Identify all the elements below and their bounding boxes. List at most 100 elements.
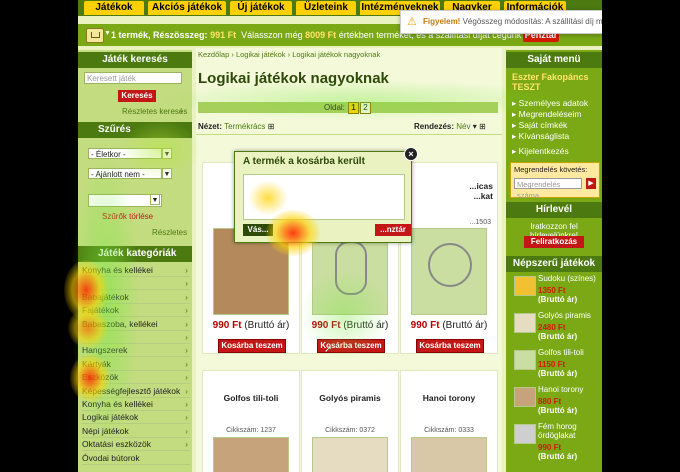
category-item[interactable]: ›: [82, 331, 190, 344]
product-price-value: 990 Ft: [311, 320, 341, 331]
sort-direction-icon[interactable]: ▾ ⊞: [473, 122, 486, 131]
view-value[interactable]: Termékrács: [224, 122, 265, 131]
popular-product-price: 880 Ft: [538, 397, 562, 406]
nav-tab-uj[interactable]: Új játékok: [230, 1, 292, 15]
cart-dropdown-icon[interactable]: ▼: [104, 30, 111, 37]
popular-product-image[interactable]: [514, 313, 536, 333]
product-name[interactable]: Hanoi torony: [401, 393, 497, 403]
popular-product-item[interactable]: Golyós piramis 2480 Ft (Bruttó ár): [538, 311, 600, 341]
gender-filter-arrow-icon[interactable]: ▼: [162, 168, 172, 179]
add-to-cart-button[interactable]: Kosárba teszem: [416, 339, 484, 353]
nav-tab-uzleteink[interactable]: Üzleteink: [296, 1, 356, 15]
popular-product-item[interactable]: Sudoku (színes) 1350 Ft (Bruttó ár): [538, 274, 600, 304]
page-2-button[interactable]: 2: [360, 102, 371, 114]
category-label: Népi játékok: [82, 425, 129, 436]
popular-product-image[interactable]: [514, 387, 536, 407]
popular-product-price-note: (Bruttó ár): [538, 452, 578, 461]
breadcrumb[interactable]: Kezdőlap › Logikai játékok › Logikai ját…: [198, 50, 380, 59]
advanced-search-link[interactable]: Részletes keresés: [122, 107, 187, 116]
popular-product-name[interactable]: Golfos tili-toli: [538, 348, 600, 357]
product-image[interactable]: [213, 437, 289, 472]
metal-puzzle-shape: [335, 241, 367, 295]
category-item[interactable]: ›: [82, 277, 190, 291]
advanced-search-arrow[interactable]: ›: [180, 107, 183, 116]
popular-product-image[interactable]: [514, 350, 536, 370]
category-label: Babajátékok: [82, 291, 129, 302]
popular-product-item[interactable]: Golfos tili-toli 1150 Ft (Bruttó ár): [538, 348, 600, 378]
category-item[interactable]: Eszközök ›: [82, 371, 190, 385]
sort-control[interactable]: Rendezés: Név ▾ ⊞: [414, 122, 486, 131]
category-item[interactable]: Logikai játékok ›: [82, 411, 190, 425]
product-code: Cikkszám: 1237: [226, 427, 276, 434]
category-label: Fajátékok: [82, 305, 119, 316]
sort-value[interactable]: Név: [456, 122, 470, 131]
popular-product-image[interactable]: [514, 424, 536, 444]
chevron-right-icon: ›: [185, 318, 188, 329]
popular-product-name[interactable]: Fém horog ördöglakat: [538, 422, 600, 440]
nav-tab-akcios[interactable]: Akciós játékok: [148, 1, 226, 15]
chevron-right-icon: ›: [185, 265, 188, 275]
cart-hint-prefix: Válasszon még: [241, 30, 303, 40]
product-name[interactable]: ...icas ...kat: [451, 181, 497, 201]
category-item[interactable]: Népi játékok ›: [82, 425, 190, 438]
product-card[interactable]: ...icas ...kat ...1503 990 Ft (Bruttó ár…: [400, 162, 498, 354]
added-to-cart-popup: A termék a kosárba került Vás... ...nztá…: [234, 151, 412, 243]
my-menu-link[interactable]: ▸ Saját címkék: [512, 120, 600, 131]
my-menu-link[interactable]: ▸ Kívánságlista: [512, 131, 600, 142]
add-to-cart-button[interactable]: Kosárba teszem: [218, 339, 286, 353]
category-item[interactable]: Óvodai bútorok: [82, 452, 190, 465]
category-label: Hangszerek: [82, 345, 128, 356]
product-card[interactable]: Golyós piramis Cikkszám: 0372: [301, 370, 399, 472]
chevron-right-icon: ›: [185, 305, 188, 316]
newsletter-subscribe-button[interactable]: Feliratkozás: [524, 236, 584, 248]
clear-filters-link[interactable]: Szűrők törlése: [102, 212, 153, 221]
chevron-right-icon: ›: [185, 278, 188, 289]
search-button[interactable]: Keresés: [118, 90, 156, 102]
right-sidebar: Saját menü Eszter Fakopáncs TESZT ▸ Szem…: [506, 50, 602, 472]
popup-close-icon[interactable]: ×: [404, 147, 418, 161]
popular-product-name[interactable]: Hanoi torony: [538, 385, 600, 394]
category-item[interactable]: Hangszerek ›: [82, 344, 190, 358]
popup-continue-button[interactable]: Vás...: [243, 224, 273, 236]
category-item[interactable]: Konyha és kellékei ›: [82, 398, 190, 411]
my-menu-link[interactable]: ▸ Kijelentkezés: [512, 146, 600, 157]
category-item[interactable]: Fajátékok ›: [82, 304, 190, 318]
age-filter-select[interactable]: - Életkor -: [88, 148, 162, 159]
product-name[interactable]: Golfos tili-toli: [203, 393, 299, 403]
nav-tab-jatekok[interactable]: Játékok: [84, 1, 144, 15]
view-dropdown-icon[interactable]: ⊞: [268, 122, 275, 131]
extra-filter-arrow-icon[interactable]: ▼: [150, 194, 160, 205]
popup-checkout-button[interactable]: ...nztár: [375, 224, 411, 236]
age-filter-arrow-icon[interactable]: ▼: [162, 148, 172, 159]
category-item[interactable]: Konyha és kellékei ›: [82, 264, 190, 277]
chevron-right-icon: ›: [185, 439, 188, 450]
product-name[interactable]: Golyós piramis: [302, 393, 398, 403]
search-input[interactable]: Keresett játék: [84, 72, 182, 84]
popular-product-image[interactable]: [514, 276, 536, 296]
popular-product-price-note: (Bruttó ár): [538, 406, 578, 415]
popular-product-item[interactable]: Fém horog ördöglakat 990 Ft (Bruttó ár): [538, 422, 600, 461]
category-item[interactable]: Kártyák ›: [82, 358, 190, 371]
my-menu-link[interactable]: ▸ Személyes adatok: [512, 98, 600, 109]
product-image[interactable]: [411, 228, 487, 315]
filter-details-link[interactable]: Részletes: [152, 228, 187, 237]
cart-icon[interactable]: [86, 28, 104, 43]
gender-filter-select[interactable]: - Ajánlott nem -: [88, 168, 162, 179]
popular-product-name[interactable]: Sudoku (színes): [538, 274, 600, 283]
my-menu-link[interactable]: ▸ Megrendeléseim: [512, 109, 600, 120]
category-item[interactable]: Babaszoba, kellékei ›: [82, 318, 190, 331]
order-number-input[interactable]: Megrendelés száma: [514, 178, 582, 200]
view-control[interactable]: Nézet: Termékrács ⊞: [198, 122, 274, 131]
popular-product-name[interactable]: Golyós piramis: [538, 311, 600, 320]
order-tracking-submit-icon[interactable]: ▶: [586, 178, 596, 189]
category-item[interactable]: Oktatási eszközök ›: [82, 438, 190, 452]
product-card[interactable]: Golfos tili-toli Cikkszám: 1237: [202, 370, 300, 472]
popular-product-item[interactable]: Hanoi torony 880 Ft (Bruttó ár): [538, 385, 600, 415]
chevron-right-icon: ›: [185, 358, 188, 369]
page-1-button[interactable]: 1: [348, 102, 359, 114]
product-image[interactable]: [411, 437, 487, 472]
product-image[interactable]: [312, 437, 388, 472]
product-card[interactable]: Hanoi torony Cikkszám: 0333: [400, 370, 498, 472]
category-item[interactable]: Képességfejlesztő játékok ›: [82, 385, 190, 398]
category-item[interactable]: Babajátékok ›: [82, 291, 190, 304]
